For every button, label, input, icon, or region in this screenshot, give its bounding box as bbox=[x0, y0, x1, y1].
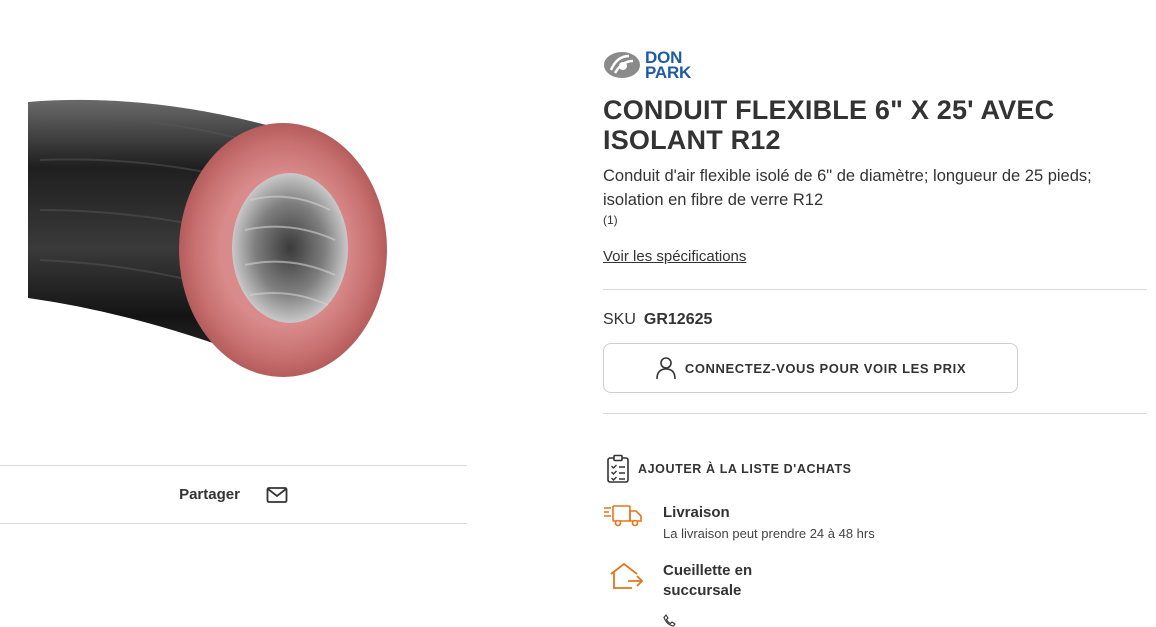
brand-logo: DON PARK bbox=[603, 49, 692, 82]
specifications-link[interactable]: Voir les spécifications bbox=[603, 248, 746, 265]
product-image bbox=[0, 70, 470, 420]
phone-icon[interactable] bbox=[663, 614, 676, 627]
divider bbox=[603, 413, 1147, 414]
product-title: CONDUIT FLEXIBLE 6" X 25' AVEC ISOLANT R… bbox=[603, 95, 1055, 155]
delivery-truck-icon bbox=[604, 505, 642, 527]
store-pickup-option: Cueillette en succursale bbox=[608, 561, 793, 601]
delivery-option: Livraison La livraison peut prendre 24 à… bbox=[603, 503, 875, 541]
product-details: DON PARK CONDUIT FLEXIBLE 6" X 25' AVEC … bbox=[603, 0, 1147, 627]
sku-row: SKU GR12625 bbox=[603, 311, 712, 329]
add-to-shopping-list-button[interactable]: AJOUTER À LA LISTE D'ACHATS bbox=[606, 454, 852, 484]
pickup-title: Cueillette en succursale bbox=[663, 562, 753, 599]
share-label[interactable]: Partager bbox=[179, 486, 240, 503]
clipboard-list-icon bbox=[607, 454, 629, 483]
mail-icon[interactable] bbox=[266, 486, 288, 504]
store-pickup-icon bbox=[610, 562, 644, 589]
sku-value: GR12625 bbox=[643, 311, 713, 328]
login-to-see-prices-button[interactable]: CONNECTEZ-VOUS POUR VOIR LES PRIX bbox=[603, 343, 1018, 393]
delivery-title: Livraison bbox=[663, 504, 730, 521]
shopping-list-label: AJOUTER À LA LISTE D'ACHATS bbox=[638, 462, 852, 476]
product-description: Conduit d'air flexible isolé de 6" de di… bbox=[603, 167, 1092, 209]
divider bbox=[603, 289, 1147, 290]
delivery-subtitle: La livraison peut prendre 24 à 48 hrs bbox=[663, 526, 875, 541]
login-button-label: CONNECTEZ-VOUS POUR VOIR LES PRIX bbox=[684, 360, 967, 376]
sku-label: SKU bbox=[603, 311, 636, 328]
share-bar: Partager bbox=[0, 465, 467, 524]
rating-count[interactable]: (1) bbox=[603, 213, 618, 227]
brand-emblem-icon bbox=[604, 52, 640, 78]
brand-name-line2: PARK bbox=[645, 63, 692, 82]
user-icon bbox=[656, 357, 676, 380]
